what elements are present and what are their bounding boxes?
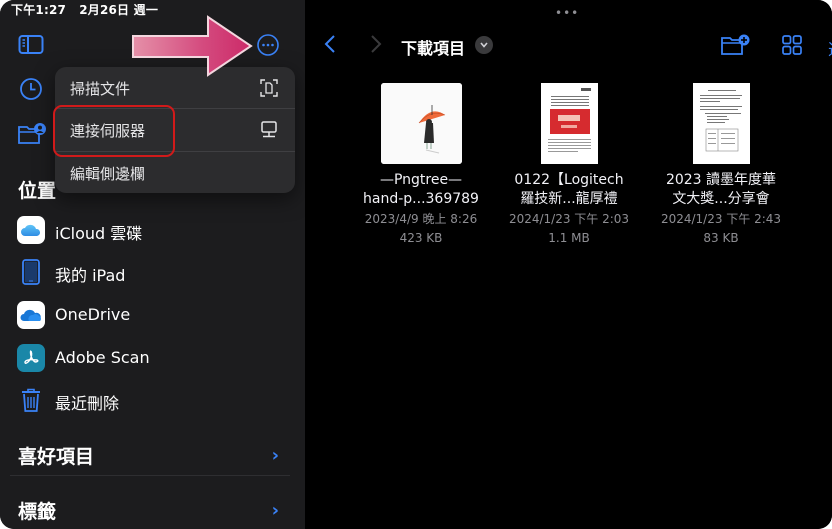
file-item[interactable]: 2023 讀墨年度華 文大獎...分享會 2024/1/23 下午 2:43 8… [646, 83, 796, 248]
file-name: 0122【Logitech 羅技新...龍厚禮 [514, 172, 624, 207]
server-icon [259, 120, 279, 140]
chevron-right-icon[interactable] [369, 33, 383, 55]
annotation-arrow-icon [132, 15, 253, 77]
menu-item-connect-server[interactable]: 連接伺服器 [55, 109, 295, 151]
menu-item-edit-sidebar[interactable]: 編輯側邊欄 [55, 152, 295, 194]
divider [10, 475, 290, 476]
locations-header: 位置 [18, 180, 57, 202]
more-options-menu: 掃描文件 連接伺服器 編輯側邊欄 [55, 67, 295, 193]
file-date: 2024/1/23 下午 2:03 [508, 212, 630, 226]
menu-item-label: 掃描文件 [70, 80, 131, 98]
file-name: —Pngtree— hand-p...369789 [363, 172, 479, 207]
sidebar-item-adobe-scan[interactable]: Adobe Scan [0, 337, 305, 379]
file-size: 1.1 MB [548, 231, 590, 245]
file-item[interactable]: —Pngtree— hand-p...369789 2023/4/9 晚上 8:… [346, 83, 496, 248]
sidebar-item-label: 我的 iPad [55, 266, 126, 285]
onedrive-icon [17, 301, 45, 329]
sidebar-favorites-row[interactable]: 喜好項目 › [0, 430, 305, 480]
file-item[interactable]: 0122【Logitech 羅技新...龍厚禮 2024/1/23 下午 2:0… [494, 83, 644, 248]
sidebar-item-label: Adobe Scan [55, 348, 150, 367]
folder-title: 下載項目 [401, 39, 466, 58]
tags-label: 標籤 [18, 501, 57, 523]
multitasking-grabber[interactable]: ••• [555, 6, 579, 20]
file-size: 423 KB [399, 231, 443, 245]
status-time: 下午1:27 [11, 3, 67, 17]
file-browser: ••• 下載項目 選 [305, 0, 832, 529]
menu-item-label: 編輯側邊欄 [70, 165, 146, 183]
sidebar-item-label: OneDrive [55, 305, 131, 324]
favorites-label: 喜好項目 [18, 446, 95, 468]
sidebar-tags-row[interactable]: 標籤 › [0, 485, 305, 529]
file-date: 2023/4/9 晚上 8:26 [364, 212, 478, 226]
menu-item-label: 連接伺服器 [70, 122, 146, 140]
grid-view-icon[interactable] [781, 34, 803, 56]
ipad-screen: 下午1:27 2月26日 週一 位置 iCloud 雲碟 我的 iPad One… [0, 0, 832, 529]
sidebar-item-onedrive[interactable]: OneDrive [0, 294, 305, 336]
sidebar-toggle-icon[interactable] [18, 34, 44, 56]
pdf-thumbnail [692, 83, 750, 164]
ellipsis-circle-icon[interactable] [256, 33, 280, 57]
chevron-right-icon: › [271, 500, 279, 521]
sidebar-item-icloud[interactable]: iCloud 雲碟 [0, 209, 305, 251]
sidebar-item-my-ipad[interactable]: 我的 iPad [0, 251, 305, 293]
chevron-left-icon[interactable] [323, 33, 337, 55]
select-button[interactable]: 選 [828, 36, 832, 60]
file-date: 2024/1/23 下午 2:43 [660, 212, 782, 226]
scan-document-icon [259, 78, 279, 98]
file-name: 2023 讀墨年度華 文大獎...分享會 [665, 172, 777, 207]
ipad-icon [17, 258, 45, 286]
chevron-down-circle-icon[interactable] [475, 36, 493, 54]
sidebar-item-recently-deleted[interactable]: 最近刪除 [0, 379, 305, 421]
icloud-icon [17, 216, 45, 244]
pdf-thumbnail [540, 83, 598, 164]
new-folder-icon[interactable] [720, 33, 750, 57]
image-thumbnail [380, 83, 462, 164]
clock-icon[interactable] [19, 77, 43, 101]
sidebar-item-label: 最近刪除 [55, 394, 120, 413]
trash-icon [17, 386, 45, 414]
chevron-right-icon: › [271, 445, 279, 466]
shared-folder-icon[interactable] [17, 122, 47, 146]
file-size: 83 KB [703, 231, 739, 245]
sidebar-item-label: iCloud 雲碟 [55, 224, 143, 243]
adobe-scan-icon [17, 344, 45, 372]
